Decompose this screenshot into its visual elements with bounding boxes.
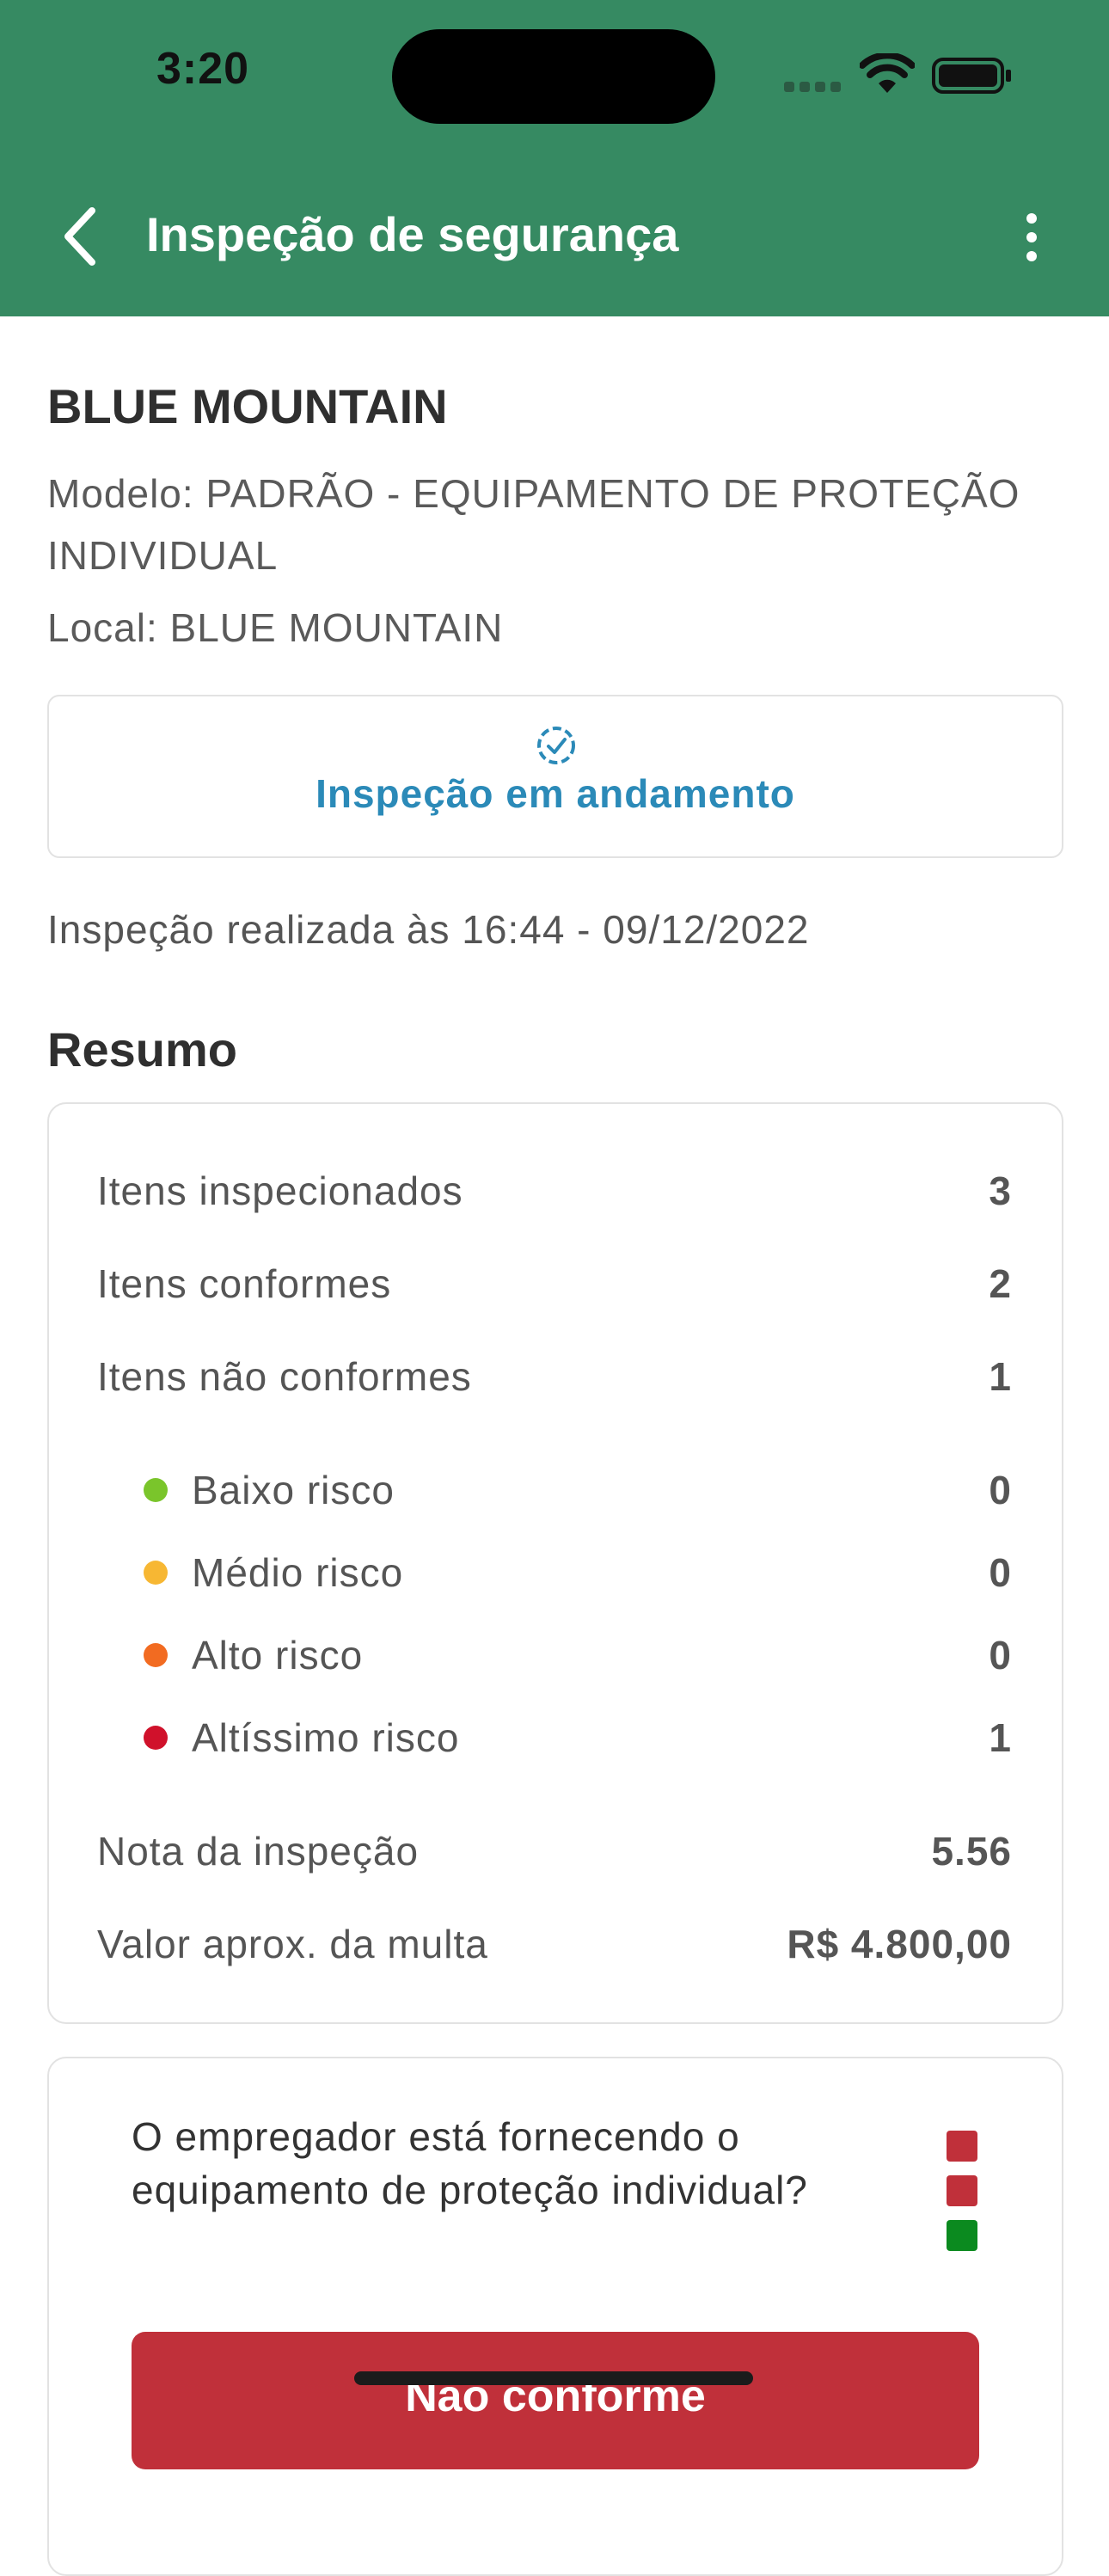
wifi-icon — [860, 53, 915, 93]
risk-row-medium: Médio risco 0 — [144, 1543, 1012, 1603]
summary-row-inspected: Itens inspecionados 3 — [97, 1161, 1012, 1221]
non-conform-button[interactable]: Não conforme — [132, 2332, 979, 2469]
site-name: BLUE MOUNTAIN — [47, 379, 448, 433]
row-value: 3 — [989, 1168, 1012, 1213]
back-button[interactable] — [48, 198, 110, 275]
risk-row-low: Baixo risco 0 — [144, 1460, 1012, 1520]
summary-row-fine: Valor aprox. da multa R$ 4.800,00 — [97, 1914, 1012, 1974]
risk-value: 0 — [989, 1550, 1012, 1595]
risk-row-high: Alto risco 0 — [144, 1625, 1012, 1685]
row-value: 1 — [989, 1354, 1012, 1399]
high-risk-dot-icon — [144, 1643, 168, 1667]
question-text: O empregador está fornecendo o equipamen… — [132, 2114, 808, 2212]
inspection-performed-text: Inspeção realizada às 16:44 - 09/12/2022 — [47, 907, 810, 952]
row-label: Valor aprox. da multa — [97, 1922, 488, 1966]
indicator-square-icon — [947, 2175, 977, 2206]
row-value: R$ 4.800,00 — [787, 1922, 1012, 1966]
medium-risk-dot-icon — [144, 1561, 168, 1585]
summary-row-conform: Itens conformes 2 — [97, 1254, 1012, 1314]
cellular-signal-icon — [784, 81, 846, 96]
row-value: 2 — [989, 1261, 1012, 1306]
chevron-left-icon — [64, 207, 95, 266]
row-label: Itens não conformes — [97, 1354, 472, 1399]
page-title: Inspeção de segurança — [146, 207, 679, 261]
row-label: Nota da inspeção — [97, 1829, 420, 1874]
summary-row-nonconform: Itens não conformes 1 — [97, 1346, 1012, 1407]
row-label: Itens inspecionados — [97, 1168, 463, 1213]
risk-label: Altíssimo risco — [192, 1715, 460, 1760]
inspection-status-card: Inspeção em andamento — [47, 695, 1063, 858]
home-indicator[interactable] — [354, 2371, 753, 2385]
summary-row-score: Nota da inspeção 5.56 — [97, 1821, 1012, 1881]
risk-value: 0 — [989, 1633, 1012, 1677]
summary-card: Itens inspecionados 3 Itens conformes 2 … — [47, 1102, 1063, 2024]
app-header: 3:20 Inspeção de segurança — [0, 0, 1109, 316]
row-value: 5.56 — [931, 1829, 1012, 1874]
summary-title: Resumo — [47, 1022, 237, 1076]
indicator-square-icon — [947, 2220, 977, 2251]
indicator-square-icon — [947, 2131, 977, 2162]
risk-label: Alto risco — [192, 1633, 364, 1677]
dynamic-island — [392, 29, 715, 124]
very-high-risk-dot-icon — [144, 1726, 168, 1750]
model-text: Modelo: PADRÃO - EQUIPAMENTO DE PROTEÇÃO… — [47, 471, 1020, 578]
battery-icon — [932, 58, 1011, 94]
question-card: O empregador está fornecendo o equipamen… — [47, 2057, 1063, 2576]
local-text: Local: BLUE MOUNTAIN — [47, 605, 504, 650]
risk-label: Baixo risco — [192, 1468, 395, 1512]
more-options-icon[interactable] — [1008, 203, 1056, 272]
status-time: 3:20 — [156, 44, 250, 94]
check-circle-icon — [537, 727, 575, 764]
risk-value: 1 — [989, 1715, 1012, 1760]
risk-label: Médio risco — [192, 1550, 404, 1595]
risk-value: 0 — [989, 1468, 1012, 1512]
risk-row-very-high: Altíssimo risco 1 — [144, 1708, 1012, 1768]
low-risk-dot-icon — [144, 1478, 168, 1502]
inspection-status-text: Inspeção em andamento — [316, 771, 795, 816]
answer-indicators — [947, 2131, 977, 2265]
row-label: Itens conformes — [97, 1261, 392, 1306]
